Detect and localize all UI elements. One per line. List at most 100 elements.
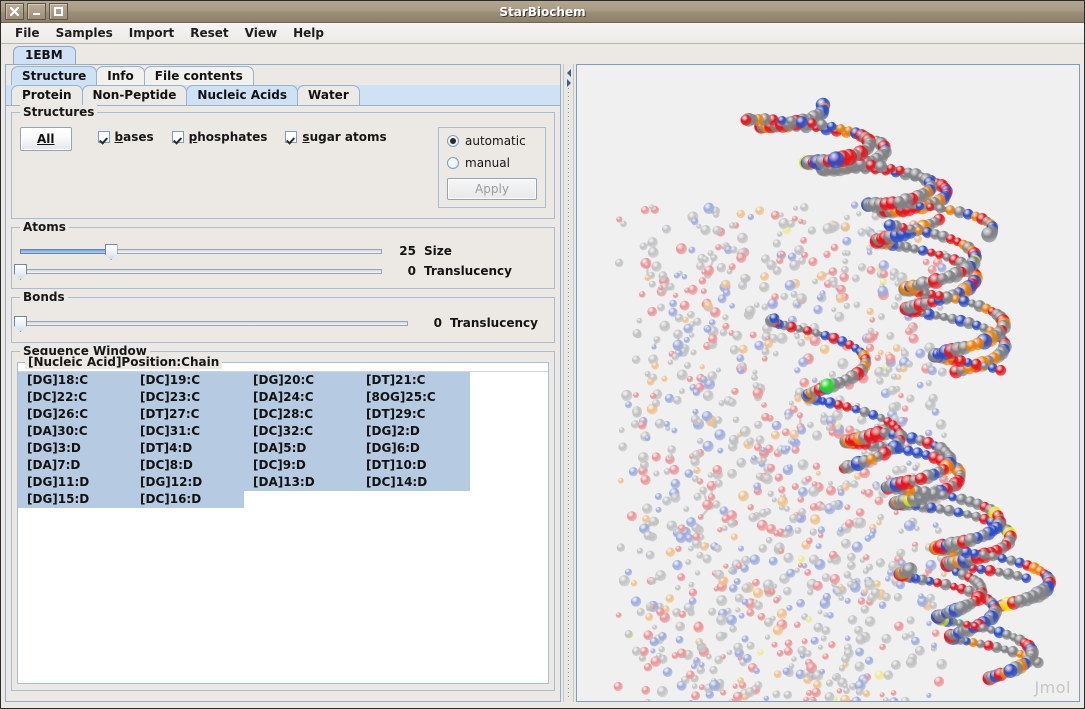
apply-button[interactable]: Apply	[447, 178, 537, 200]
sequence-item[interactable]: [DC]28:C	[244, 406, 357, 423]
bonds-translucency-slider-track[interactable]	[20, 321, 408, 326]
structures-group-label: Structures	[20, 105, 98, 119]
radio-manual[interactable]: manual	[447, 156, 537, 170]
checkbox-phosphates[interactable]: phosphates	[171, 130, 268, 144]
render-mode-box: automatic manual Apply	[438, 127, 546, 208]
checkbox-sugar-atoms-label: sugar atoms	[302, 130, 387, 144]
menu-import[interactable]: Import	[121, 24, 182, 42]
subtab-non-peptide[interactable]: Non-Peptide	[81, 85, 188, 105]
sequence-item[interactable]: [DC]22:C	[18, 389, 131, 406]
title-bar: StarBiochem	[1, 1, 1084, 23]
collapse-left-icon[interactable]	[565, 66, 573, 77]
sequence-item[interactable]: [DC]16:D	[131, 491, 244, 508]
close-icon	[10, 7, 19, 16]
sequence-item[interactable]: [DG]12:D	[131, 474, 244, 491]
sequence-item[interactable]: [8OG]25:C	[357, 389, 470, 406]
atoms-size-slider-thumb[interactable]	[104, 244, 118, 260]
radio-automatic-dot[interactable]	[447, 135, 459, 147]
sequence-item[interactable]: [DT]21:C	[357, 372, 470, 389]
checkbox-sugar-atoms-box[interactable]	[285, 131, 298, 143]
sequence-item[interactable]: [DC]14:D	[357, 474, 470, 491]
collapse-right-icon[interactable]	[565, 76, 573, 87]
close-button[interactable]	[5, 3, 24, 20]
left-control-panel: Structure Info File contents Protein Non…	[5, 64, 561, 702]
document-tab-1ebm[interactable]: 1EBM	[13, 46, 76, 64]
sequence-grid: [DG]18:C [DC]19:C [DG]20:C [DT]21:C [DC]22:C…	[18, 372, 470, 508]
structure-panel-body: Structures All bases phosphates sugar at…	[6, 105, 560, 701]
radio-manual-dot[interactable]	[447, 157, 459, 169]
tab-file-contents[interactable]: File contents	[143, 66, 254, 85]
menu-help[interactable]: Help	[285, 24, 332, 42]
sequence-item[interactable]: [DC]19:C	[131, 372, 244, 389]
maximize-button[interactable]	[49, 3, 68, 20]
checkbox-phosphates-box[interactable]	[171, 131, 184, 143]
checkbox-bases-box[interactable]	[97, 131, 110, 143]
split-arrow-buttons	[565, 66, 573, 87]
minimize-button[interactable]	[27, 3, 46, 20]
molecule-render-area[interactable]	[577, 65, 1079, 701]
minimize-icon	[32, 7, 41, 16]
sequence-item[interactable]: [DG]15:D	[18, 491, 131, 508]
sequence-item[interactable]: [DC]31:C	[131, 423, 244, 440]
sequence-item[interactable]: [DA]7:D	[18, 457, 131, 474]
atoms-size-slider-row: 25 Size	[20, 241, 546, 261]
bonds-translucency-slider-thumb[interactable]	[14, 316, 27, 332]
atoms-translucency-slider-thumb[interactable]	[14, 264, 27, 280]
sequence-item-empty	[244, 491, 357, 508]
all-button-label: All	[37, 132, 55, 146]
bonds-group-label: Bonds	[20, 290, 68, 304]
menu-view[interactable]: View	[237, 24, 285, 42]
sequence-item[interactable]: [DT]4:D	[131, 440, 244, 457]
tab-structure[interactable]: Structure	[11, 66, 98, 85]
checkbox-sugar-atoms[interactable]: sugar atoms	[285, 130, 387, 144]
sequence-item[interactable]: [DT]29:C	[357, 406, 470, 423]
menu-samples[interactable]: Samples	[48, 24, 121, 42]
atoms-translucency-label: Translucency	[424, 264, 512, 278]
subtab-water[interactable]: Water	[297, 85, 360, 105]
sequence-item[interactable]: [DA]30:C	[18, 423, 131, 440]
subtab-nucleic-acids[interactable]: Nucleic Acids	[186, 85, 299, 105]
window-buttons	[1, 3, 68, 20]
sequence-item[interactable]: [DC]9:D	[244, 457, 357, 474]
main-content: 1EBM Structure Info File contents Protei…	[1, 45, 1084, 708]
checkbox-bases[interactable]: bases	[97, 130, 154, 144]
atoms-translucency-slider[interactable]	[14, 262, 382, 280]
atoms-translucency-slider-track[interactable]	[20, 269, 382, 274]
sequence-item[interactable]: [DG]20:C	[244, 372, 357, 389]
sequence-item[interactable]: [DT]10:D	[357, 457, 470, 474]
sequence-item[interactable]: [DG]6:D	[357, 440, 470, 457]
sequence-item[interactable]: [DA]5:D	[244, 440, 357, 457]
sequence-item[interactable]: [DC]23:C	[131, 389, 244, 406]
sequence-item[interactable]: [DA]24:C	[244, 389, 357, 406]
sequence-item[interactable]: [DG]3:D	[18, 440, 131, 457]
jmol-viewer-panel[interactable]: Jmol	[576, 64, 1080, 702]
menu-reset[interactable]: Reset	[182, 24, 236, 42]
split-pane-divider[interactable]	[563, 64, 574, 702]
sequence-item[interactable]: [DG]2:D	[357, 423, 470, 440]
sequence-list-container: [Nucleic Acid]Position:Chain [DG]18:C [DC…	[17, 355, 549, 684]
atoms-translucency-slider-row: 0 Translucency	[14, 261, 546, 281]
window-title: StarBiochem	[499, 4, 586, 19]
menu-file[interactable]: File	[7, 24, 48, 42]
document-tab-bar: 1EBM	[1, 45, 1084, 64]
sequence-item[interactable]: [DG]26:C	[18, 406, 131, 423]
sequence-item[interactable]: [DG]18:C	[18, 372, 131, 389]
radio-automatic[interactable]: automatic	[447, 134, 537, 148]
radio-automatic-label: automatic	[465, 134, 526, 148]
all-button[interactable]: All	[20, 127, 72, 151]
subtab-protein[interactable]: Protein	[11, 85, 83, 105]
sequence-item[interactable]: [DC]32:C	[244, 423, 357, 440]
sequence-header-label: [Nucleic Acid]Position:Chain	[25, 355, 223, 369]
main-tab-bar: Structure Info File contents	[6, 65, 560, 85]
sequence-scroll-area[interactable]: [DG]18:C [DC]19:C [DG]20:C [DT]21:C [DC]22:C…	[18, 371, 548, 680]
checkbox-bases-label: bases	[114, 130, 154, 144]
atoms-size-slider[interactable]	[20, 242, 382, 260]
sequence-item[interactable]: [DA]13:D	[244, 474, 357, 491]
sequence-item[interactable]: [DT]27:C	[131, 406, 244, 423]
checkbox-phosphates-label: phosphates	[188, 130, 268, 144]
atoms-translucency-value: 0	[407, 264, 416, 278]
bonds-translucency-slider[interactable]	[14, 314, 408, 332]
sequence-item[interactable]: [DG]11:D	[18, 474, 131, 491]
tab-info[interactable]: Info	[96, 66, 145, 85]
sequence-item[interactable]: [DC]8:D	[131, 457, 244, 474]
